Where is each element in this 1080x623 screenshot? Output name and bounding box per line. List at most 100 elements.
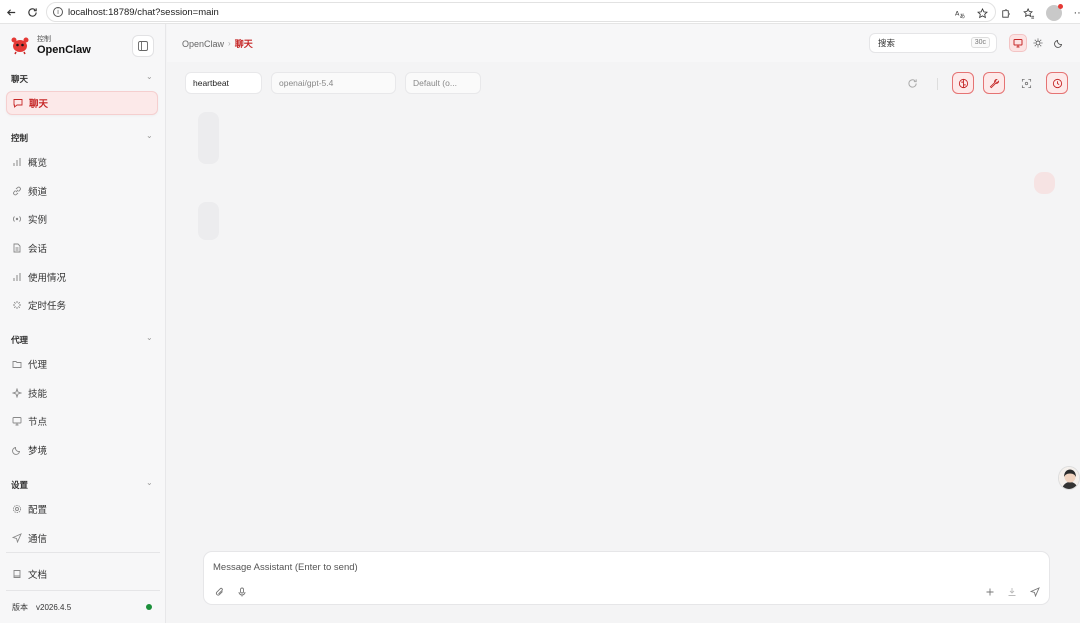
main-content: OpenClaw › 聊天 搜索 30c heartbeat openai/gp… (167, 24, 1080, 623)
theme-light-button[interactable] (1029, 34, 1047, 52)
message-composer (203, 551, 1050, 605)
sidebar-item-skills[interactable]: 技能 (6, 381, 158, 405)
theme-dark-button[interactable] (1050, 34, 1068, 52)
brand-subtitle: 控制 (37, 36, 51, 43)
history-button[interactable] (1046, 72, 1068, 94)
model-select[interactable]: openai/gpt-5.4 (271, 72, 396, 94)
version-value: v2026.4.5 (36, 602, 72, 612)
sidebar-item-nodes[interactable]: 节点 (6, 409, 158, 433)
scan-icon (1021, 78, 1031, 88)
sidebar-item-label: 频道 (28, 187, 48, 198)
session-select[interactable]: heartbeat (185, 72, 262, 94)
extensions-icon[interactable] (998, 6, 1012, 20)
brand: 控制 OpenClaw (10, 34, 91, 56)
browser-toolbar: i localhost:18789/chat?session=main Aあ ·… (0, 0, 1080, 24)
thinking-select[interactable]: Default (o... (405, 72, 481, 94)
sidebar-item-comms[interactable]: 通信 (6, 526, 158, 550)
info-icon[interactable]: i (53, 7, 63, 17)
book-icon (12, 569, 22, 579)
bar-chart-icon (12, 157, 22, 167)
sidebar-item-usage[interactable]: 使用情况 (6, 265, 158, 289)
breadcrumb-root[interactable]: OpenClaw (182, 39, 224, 49)
folder-icon (12, 359, 22, 369)
sidebar-item-label: 使用情况 (28, 273, 67, 284)
sidebar-item-label: 聊天 (29, 99, 49, 110)
radio-icon (12, 214, 22, 224)
tools-button[interactable] (983, 72, 1005, 94)
sidebar-item-label: 代理 (28, 360, 48, 371)
chevron-right-icon: › (228, 39, 231, 48)
sidebar-item-label: 通信 (28, 534, 48, 545)
more-icon[interactable]: ··· (1072, 6, 1080, 20)
sun-icon (1033, 38, 1043, 48)
version-info: 版本 v2026.4.5 (6, 596, 158, 618)
message-input[interactable] (213, 558, 1033, 576)
assistant-avatar[interactable] (1058, 466, 1080, 490)
focus-mode-button[interactable] (952, 72, 974, 94)
translate-icon[interactable]: Aあ (953, 6, 967, 20)
sidebar-item-label: 会话 (28, 244, 48, 255)
monitor-icon (1013, 39, 1023, 48)
sidebar-item-instances[interactable]: 实例 (6, 207, 158, 231)
search-shortcut: 30c (970, 37, 990, 48)
breadcrumb-current: 聊天 (234, 39, 253, 49)
sidebar-item-dreams[interactable]: 梦境 (6, 438, 158, 462)
sidebar-toggle-icon (138, 41, 148, 51)
attach-icon[interactable] (213, 585, 227, 599)
theme-system-button[interactable] (1009, 34, 1027, 52)
refresh-button[interactable] (901, 72, 923, 94)
section-title-chat: 聊天 (11, 74, 29, 84)
scan-button[interactable] (1015, 72, 1037, 94)
breadcrumb: OpenClaw › 聊天 (182, 37, 253, 50)
gear-icon (12, 504, 22, 514)
chevron-down-icon[interactable]: ⌄ (146, 131, 153, 140)
chat-bubble-icon (13, 98, 23, 108)
send-icon[interactable] (1028, 585, 1042, 599)
collapse-sidebar-button[interactable] (132, 35, 154, 57)
sidebar-item-channels[interactable]: 频道 (6, 179, 158, 203)
download-icon[interactable] (1005, 585, 1019, 599)
moon-icon (12, 445, 22, 455)
plus-icon[interactable] (983, 585, 997, 599)
sparkle-icon (12, 388, 22, 398)
search-button[interactable]: 搜索 30c (869, 33, 997, 53)
chevron-down-icon[interactable]: ⌄ (146, 72, 153, 81)
message-skeleton-assistant (198, 112, 219, 164)
send-icon (12, 533, 22, 543)
document-icon (12, 243, 22, 253)
version-label: 版本 (12, 602, 28, 612)
microphone-icon[interactable] (235, 585, 249, 599)
sidebar-item-config[interactable]: 配置 (6, 497, 158, 521)
sidebar-item-sessions[interactable]: 会话 (6, 236, 158, 260)
chevron-down-icon[interactable]: ⌄ (146, 333, 153, 342)
sidebar-item-label: 节点 (28, 417, 48, 428)
address-bar[interactable]: i localhost:18789/chat?session=main Aあ (46, 2, 996, 22)
sidebar-item-agents[interactable]: 代理 (6, 352, 158, 376)
wrench-icon (989, 78, 999, 88)
reload-icon[interactable] (21, 1, 43, 23)
sidebar: 控制 OpenClaw 聊天 ⌄ 聊天 控制 ⌄ 概览 频道 实例 会话 使用情… (0, 24, 166, 623)
sidebar-item-chat[interactable]: 聊天 (6, 91, 158, 115)
sidebar-item-docs[interactable]: 文档 (6, 562, 158, 586)
chevron-down-icon[interactable]: ⌄ (146, 478, 153, 487)
openclaw-logo-icon (11, 37, 29, 55)
profile-icon[interactable] (1046, 4, 1063, 21)
sidebar-item-overview[interactable]: 概览 (6, 150, 158, 174)
toolbar-divider (937, 78, 938, 90)
star-icon[interactable] (975, 6, 989, 20)
bar-chart-icon (12, 272, 22, 282)
brand-name: OpenClaw (37, 44, 91, 56)
sidebar-item-label: 定时任务 (28, 301, 67, 312)
message-skeleton-user (1034, 172, 1055, 194)
top-bar: OpenClaw › 聊天 搜索 30c (167, 24, 1080, 62)
sidebar-divider (6, 552, 160, 553)
sidebar-item-label: 实例 (28, 215, 48, 226)
favorites-icon[interactable] (1022, 6, 1036, 20)
link-icon (12, 186, 22, 196)
sidebar-item-cron[interactable]: 定时任务 (6, 293, 158, 317)
sidebar-item-label: 梦境 (28, 446, 48, 457)
section-title-agents: 代理 (11, 335, 29, 345)
svg-text:あ: あ (959, 13, 965, 19)
sidebar-item-label: 技能 (28, 389, 48, 400)
back-icon[interactable] (0, 1, 22, 23)
